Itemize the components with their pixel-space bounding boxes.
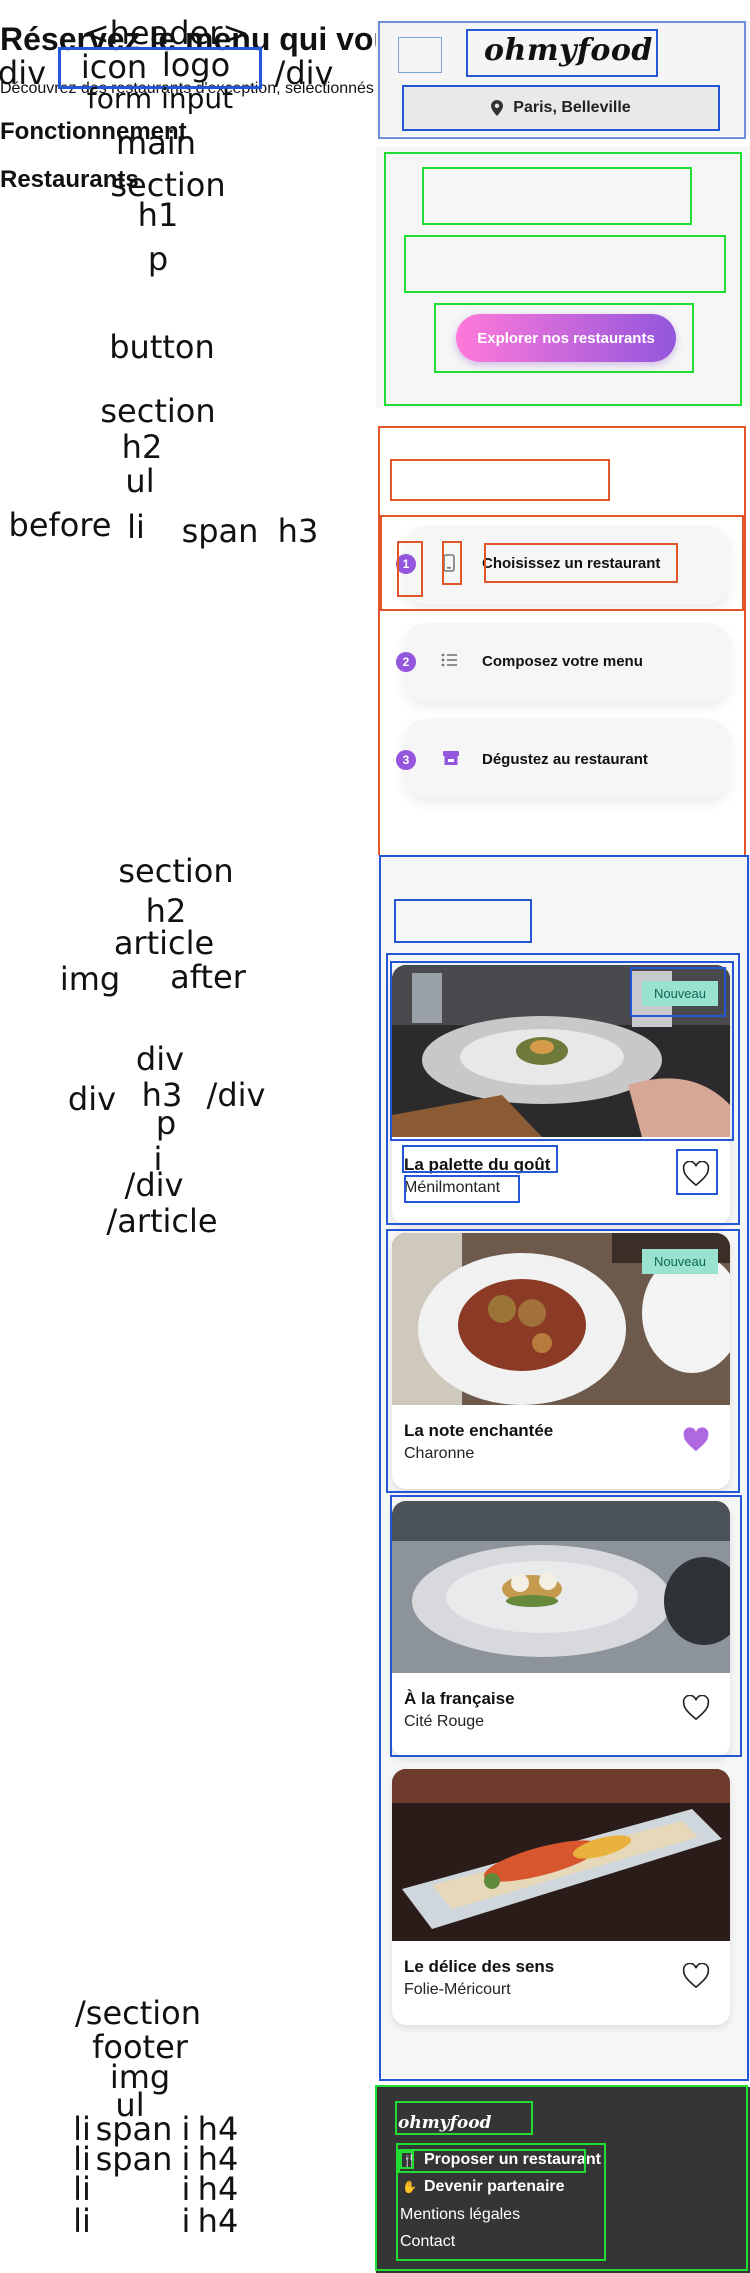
new-badge-2: Nouveau bbox=[641, 1249, 718, 1275]
footer-link-contact[interactable]: Contact bbox=[400, 2233, 455, 2251]
restaurant-name-4: Le délice des sens bbox=[404, 1957, 555, 1977]
annotation-span-2: span bbox=[95, 2140, 173, 2179]
footer-link-label-2: Devenir partenaire bbox=[424, 2178, 565, 2196]
heart-outline-icon[interactable] bbox=[682, 1161, 710, 1187]
annotation-span-a: span bbox=[181, 512, 259, 551]
header-logo[interactable]: ohmyfood bbox=[484, 33, 653, 68]
annotation-h3-a: h3 bbox=[277, 512, 319, 551]
location-input[interactable]: Paris, Belleville bbox=[404, 87, 718, 130]
annotation-button: button bbox=[109, 328, 215, 367]
annotation-after: after bbox=[170, 958, 246, 997]
annotation-header: <header> bbox=[82, 14, 250, 53]
restaurant-card-2[interactable]: Nouveau La note enchantée Charonne bbox=[392, 1233, 730, 1490]
new-badge-1: Nouveau bbox=[641, 981, 718, 1007]
utensils-icon: 🍴 bbox=[402, 2153, 417, 2168]
annotation-ul-a: ul bbox=[125, 462, 155, 501]
step-label-1: Choisissez un restaurant bbox=[482, 555, 661, 573]
explore-button[interactable]: Explorer nos restaurants bbox=[456, 314, 676, 363]
handshake-icon: ✋ bbox=[402, 2180, 417, 2195]
map-pin-icon bbox=[491, 100, 504, 117]
heart-filled-icon[interactable] bbox=[682, 1427, 710, 1453]
annotation-section-3: section bbox=[118, 852, 234, 891]
annotation-logo: logo bbox=[161, 46, 231, 85]
step-label-2: Composez votre menu bbox=[482, 653, 643, 671]
annotation-form-input: form input bbox=[86, 82, 234, 116]
footer-link-label-1: Proposer un restaurant bbox=[424, 2151, 601, 2169]
restaurant-name-2: La note enchantée bbox=[404, 1421, 554, 1441]
annotation-article-close: /article bbox=[106, 1202, 218, 1241]
list-icon bbox=[438, 649, 460, 671]
footer-logo: ohmyfood bbox=[398, 2113, 492, 2134]
annotation-div-b: div bbox=[135, 1040, 185, 1079]
annotation-h2-b: h2 bbox=[145, 892, 187, 931]
footer-link-legal[interactable]: Mentions légales bbox=[400, 2206, 520, 2224]
annotation-div-close-c: /div bbox=[124, 1166, 184, 1205]
restaurant-name-3: À la française bbox=[404, 1689, 515, 1709]
annotation-h2-a: h2 bbox=[121, 428, 163, 467]
annotation-img: img bbox=[59, 960, 121, 999]
annotation-icon: icon bbox=[80, 48, 148, 87]
footer-link-label-4: Contact bbox=[400, 2233, 456, 2251]
restaurant-card-4[interactable]: Le délice des sens Folie-Méricourt bbox=[392, 1769, 730, 2026]
back-icon[interactable] bbox=[398, 37, 442, 74]
hero-section bbox=[376, 146, 750, 409]
heart-outline-icon[interactable] bbox=[682, 1963, 710, 1989]
restaurant-location-3: Cité Rouge bbox=[404, 1713, 485, 1731]
restaurant-card-1[interactable]: Nouveau La palette du goût Ménilmontant bbox=[392, 965, 730, 1226]
footer-link-propose[interactable]: 🍴 Proposer un restaurant bbox=[402, 2151, 601, 2169]
location-label: Paris, Belleville bbox=[513, 99, 631, 117]
annotation-h4-4: h4 bbox=[197, 2202, 239, 2241]
annotation-p-b: p bbox=[155, 1104, 177, 1143]
annotation-li-a: li bbox=[127, 508, 145, 547]
phone-icon bbox=[438, 552, 460, 574]
annotation-section-close: /section bbox=[74, 1994, 202, 2033]
annotation-div-close-b: /div bbox=[206, 1076, 266, 1115]
annotation-p: p bbox=[147, 240, 169, 279]
annotation-article: article bbox=[113, 924, 215, 963]
annotation-i-4: i bbox=[181, 2202, 191, 2241]
restaurant-location-2: Charonne bbox=[404, 1445, 475, 1463]
annotation-li-3: li bbox=[73, 2170, 91, 2209]
restaurant-photo-4 bbox=[392, 1769, 730, 1942]
annotation-main: main bbox=[116, 124, 196, 163]
annotation-div-close: /div bbox=[274, 54, 334, 93]
footer-link-label-3: Mentions légales bbox=[400, 2206, 521, 2224]
store-icon bbox=[440, 747, 462, 769]
annotation-li-4: li bbox=[73, 2202, 91, 2241]
annotation-before: before bbox=[8, 506, 112, 545]
restaurant-photo-3 bbox=[392, 1501, 730, 1674]
annotation-h1: h1 bbox=[137, 196, 179, 235]
restaurant-location-4: Folie-Méricourt bbox=[404, 1981, 511, 1999]
annotation-i-3: i bbox=[181, 2170, 191, 2209]
heart-outline-icon[interactable] bbox=[682, 1695, 710, 1721]
restaurant-location-1: Ménilmontant bbox=[404, 1179, 501, 1197]
annotation-section-2: section bbox=[100, 392, 216, 431]
annotation-div-open: div bbox=[0, 54, 47, 93]
footer-link-partner[interactable]: ✋ Devenir partenaire bbox=[402, 2178, 565, 2196]
restaurant-name-1: La palette du goût bbox=[404, 1155, 551, 1175]
annotation-h4-3: h4 bbox=[197, 2170, 239, 2209]
step-label-3: Dégustez au restaurant bbox=[482, 751, 648, 769]
annotation-div-c: div bbox=[67, 1080, 117, 1119]
restaurant-card-3[interactable]: À la française Cité Rouge bbox=[392, 1501, 730, 1758]
